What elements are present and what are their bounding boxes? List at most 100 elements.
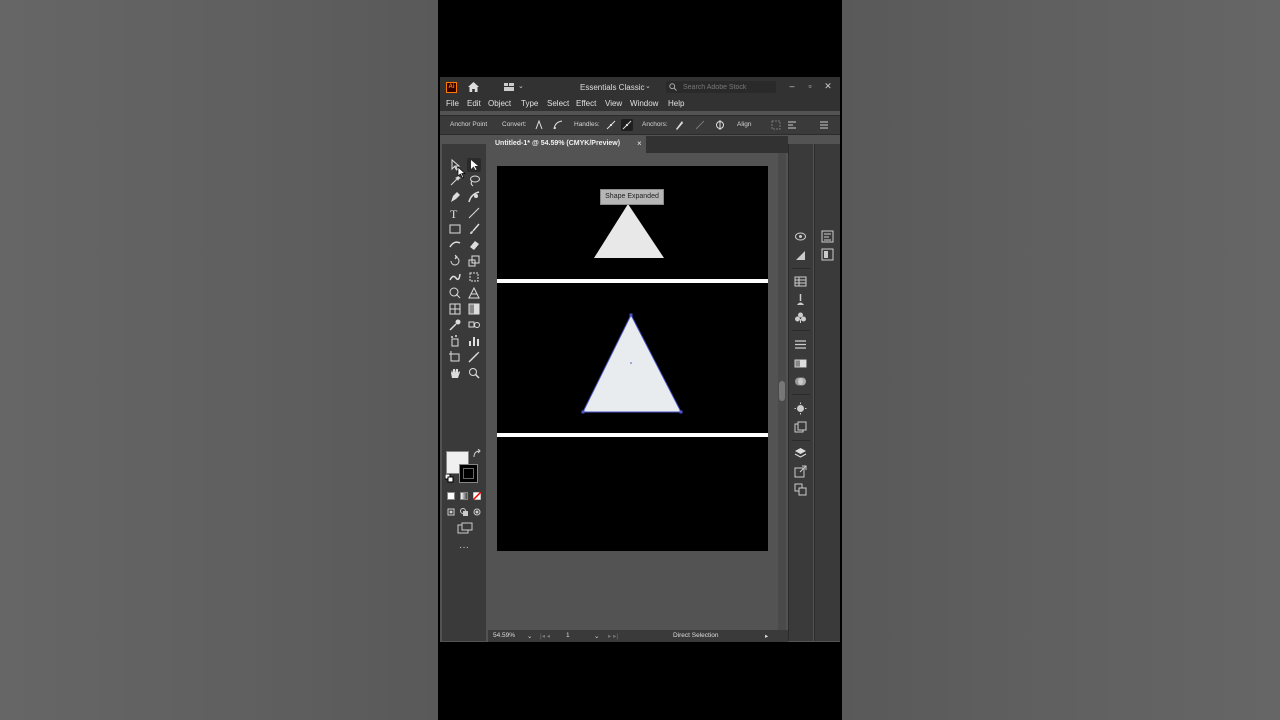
menu-edit[interactable]: Edit (467, 99, 481, 108)
draw-inside-icon[interactable] (473, 508, 481, 516)
symbol-sprayer-tool-icon[interactable] (448, 334, 462, 348)
blend-tool-icon[interactable] (467, 318, 481, 332)
show-handles-icon[interactable] (605, 119, 617, 131)
transparency-icon[interactable] (794, 375, 807, 388)
column-graph-tool-icon[interactable] (467, 334, 481, 348)
menu-view[interactable]: View (605, 99, 622, 108)
draw-behind-icon[interactable] (460, 508, 468, 516)
stock-search[interactable] (666, 81, 776, 93)
free-transform-tool-icon[interactable] (467, 270, 481, 284)
symbols-icon[interactable] (794, 311, 807, 324)
type-tool-icon[interactable]: T (448, 206, 462, 220)
color-mode-icon[interactable] (447, 492, 455, 500)
rotate-tool-icon[interactable] (448, 254, 462, 268)
menu-window[interactable]: Window (630, 99, 658, 108)
tools-panel: T ··· (442, 144, 486, 641)
anchor-point-label: Anchor Point (450, 121, 488, 128)
stroke-icon[interactable] (794, 338, 807, 351)
minimize-button[interactable]: – (784, 79, 800, 93)
remove-anchor-icon[interactable] (673, 119, 685, 131)
artboard-tool-icon[interactable] (448, 350, 462, 364)
shaper-tool-icon[interactable] (448, 238, 462, 252)
zoom-tool-icon[interactable] (467, 366, 481, 380)
vertical-scrollbar[interactable] (778, 153, 786, 630)
isolate-icon[interactable] (786, 119, 798, 131)
line-tool-icon[interactable] (467, 206, 481, 220)
gradient-mode-icon[interactable] (460, 492, 468, 500)
search-input[interactable] (683, 81, 773, 93)
status-menu-icon[interactable]: ▸ (765, 632, 768, 640)
chevron-down-icon[interactable]: ⌄ (594, 632, 599, 640)
color-guide-icon[interactable] (794, 230, 807, 243)
perspective-grid-tool-icon[interactable] (467, 286, 481, 300)
artboard-next-icon[interactable]: ▸ ▸| (608, 632, 618, 640)
gradient-tool-icon[interactable] (467, 302, 481, 316)
menu-select[interactable]: Select (547, 99, 569, 108)
chevron-down-icon[interactable]: ⌄ (527, 632, 532, 640)
workspace-switcher-icon[interactable] (504, 83, 514, 91)
slice-tool-icon[interactable] (467, 350, 481, 364)
hand-tool-icon[interactable] (448, 366, 462, 380)
close-icon[interactable]: × (637, 139, 642, 148)
artboard-number[interactable]: 1 (566, 632, 570, 639)
convert-corner-icon[interactable] (533, 119, 545, 131)
direct-selection-tool-icon[interactable] (467, 158, 481, 172)
swatches-icon[interactable] (794, 275, 807, 288)
layers-icon[interactable] (794, 447, 807, 460)
convert-smooth-icon[interactable] (552, 119, 564, 131)
workspace-label[interactable]: Essentials Classic (580, 83, 644, 92)
scale-tool-icon[interactable] (467, 254, 481, 268)
align-link[interactable]: Align (737, 121, 751, 128)
pen-tool-icon[interactable] (448, 190, 462, 204)
chevron-down-icon[interactable]: ⌄ (645, 82, 651, 90)
paintbrush-tool-icon[interactable] (467, 222, 481, 236)
stroke-color-swatch[interactable] (459, 464, 478, 483)
artwork (581, 204, 683, 414)
properties-icon[interactable] (821, 230, 834, 243)
menu-effect[interactable]: Effect (576, 99, 596, 108)
close-window-button[interactable]: ✕ (820, 79, 836, 93)
brushes-icon[interactable] (794, 293, 807, 306)
cut-path-icon[interactable] (714, 119, 726, 131)
lasso-tool-icon[interactable] (467, 174, 481, 188)
artboards-icon[interactable] (794, 483, 807, 496)
artboard[interactable]: Shape Expanded (497, 166, 768, 551)
transform-icon[interactable] (770, 119, 782, 131)
rectangle-tool-icon[interactable] (448, 222, 462, 236)
video-background-left (0, 0, 438, 720)
libraries-icon[interactable] (821, 248, 834, 261)
color-icon[interactable] (794, 249, 807, 262)
none-mode-icon[interactable] (473, 492, 481, 500)
maximize-button[interactable]: ▫ (802, 79, 818, 93)
scrollbar-thumb[interactable] (779, 381, 785, 401)
eraser-tool-icon[interactable] (467, 238, 481, 252)
asset-export-icon[interactable] (794, 465, 807, 478)
more-tools-icon[interactable]: ··· (459, 542, 469, 553)
eyedropper-tool-icon[interactable] (448, 318, 462, 332)
swap-colors-icon[interactable] (472, 449, 482, 459)
document-tab[interactable]: Untitled-1* @ 54.59% (CMYK/Preview) × (488, 136, 646, 153)
home-icon[interactable] (467, 81, 480, 93)
screen-mode-icon[interactable] (457, 522, 473, 534)
connect-anchors-icon[interactable] (694, 119, 706, 131)
menu-file[interactable]: File (446, 99, 459, 108)
draw-normal-icon[interactable] (447, 508, 455, 516)
default-colors-icon[interactable] (445, 474, 454, 483)
panel-menu-icon[interactable] (818, 119, 830, 131)
graphic-styles-icon[interactable] (794, 421, 807, 434)
mesh-tool-icon[interactable] (448, 302, 462, 316)
shape-builder-tool-icon[interactable] (448, 286, 462, 300)
warp-tool-icon[interactable] (448, 270, 462, 284)
menu-type[interactable]: Type (521, 99, 538, 108)
menu-object[interactable]: Object (488, 99, 511, 108)
artboard-prev-icon[interactable]: |◂ ◂ (540, 632, 550, 640)
zoom-level[interactable]: 54.59% (493, 632, 515, 639)
hide-handles-icon[interactable] (621, 119, 633, 131)
menu-help[interactable]: Help (668, 99, 684, 108)
gradient-panel-icon[interactable] (794, 357, 807, 370)
canvas[interactable]: Shape Expanded (490, 153, 778, 630)
curvature-tool-icon[interactable] (467, 190, 481, 204)
appearance-icon[interactable] (794, 402, 807, 415)
chevron-down-icon[interactable]: ⌄ (518, 82, 524, 90)
svg-text:T: T (450, 207, 458, 220)
